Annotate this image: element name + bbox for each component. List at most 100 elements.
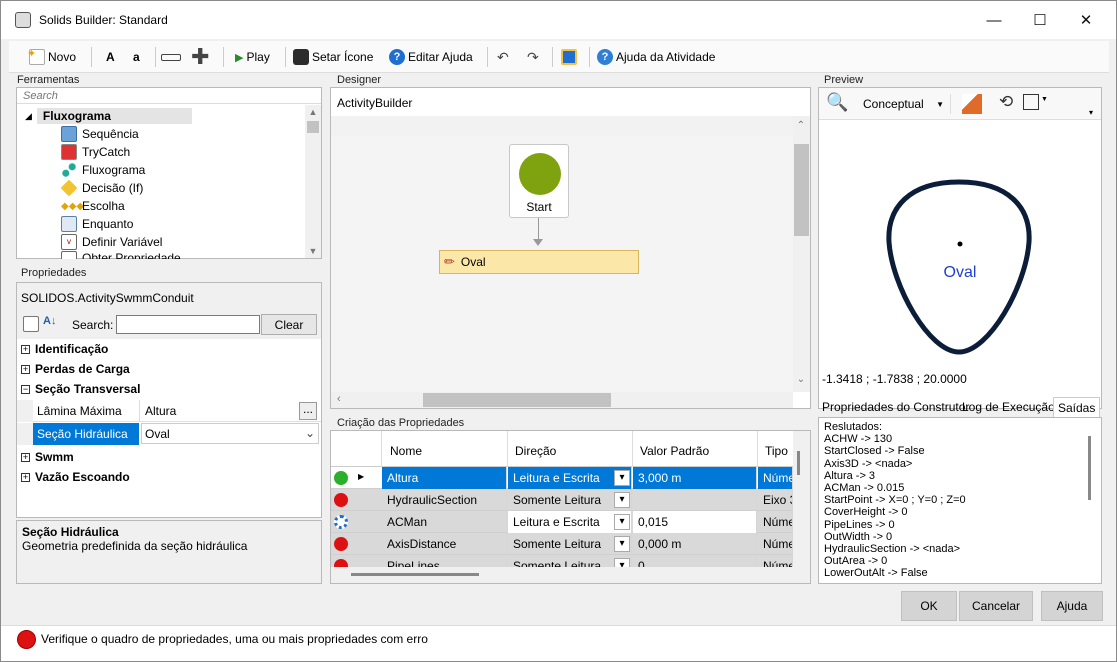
help-button[interactable]: Ajuda bbox=[1041, 591, 1103, 621]
scroll-thumb[interactable] bbox=[797, 451, 800, 475]
table-row[interactable]: AxisDistanceSomente Leitura▾0,000 mNúmer bbox=[331, 533, 793, 555]
dropdown-arrow-icon[interactable]: ▾ bbox=[614, 558, 630, 567]
play-button[interactable]: ▶ Play bbox=[235, 47, 270, 67]
tool-item-decision[interactable]: Decisão (If) bbox=[60, 179, 143, 197]
cell-default-value[interactable]: 0 bbox=[633, 555, 757, 567]
table-row[interactable]: HydraulicSectionSomente Leitura▾Eixo 3 bbox=[331, 489, 793, 511]
creation-group-title: Criação das Propriedades bbox=[337, 417, 465, 429]
cell-name[interactable]: PipeLines bbox=[382, 555, 507, 567]
tool-item-set-variable[interactable]: v Definir Variável bbox=[61, 233, 162, 251]
properties-search-input[interactable] bbox=[116, 315, 260, 334]
cell-default-value[interactable]: 0,000 m bbox=[633, 533, 757, 555]
cell-default-value[interactable] bbox=[633, 489, 757, 511]
dropdown-arrow-icon[interactable]: ▾ bbox=[614, 470, 630, 486]
tab-execution-log[interactable]: Log de Execução bbox=[958, 397, 1059, 417]
scroll-thumb[interactable] bbox=[794, 144, 809, 236]
remove-button[interactable] bbox=[161, 47, 181, 67]
categorized-icon[interactable] bbox=[23, 316, 39, 332]
table-row[interactable]: ▶AlturaLeitura e Escrita▾3,000 mNúmer bbox=[331, 467, 793, 489]
tool-item-while[interactable]: Enquanto bbox=[61, 215, 133, 233]
minimize-button[interactable]: — bbox=[971, 6, 1017, 34]
cell-type[interactable]: Númer bbox=[758, 511, 793, 533]
grid-vscrollbar[interactable] bbox=[793, 431, 810, 583]
dropdown-arrow-icon[interactable]: ▼ bbox=[1041, 96, 1048, 103]
maximize-button[interactable]: ☐ bbox=[1017, 6, 1063, 34]
category-cross-section[interactable]: − Seção Transversal bbox=[21, 379, 140, 399]
column-header-default[interactable]: Valor Padrão bbox=[640, 444, 709, 458]
property-value[interactable]: Oval bbox=[145, 427, 170, 441]
set-icon-button[interactable]: Setar Ícone bbox=[293, 47, 373, 67]
new-button[interactable]: ✦ Novo bbox=[27, 47, 76, 67]
cell-type[interactable]: Númer bbox=[758, 467, 793, 489]
small-a-button[interactable]: a bbox=[133, 47, 140, 67]
designer-vscrollbar[interactable]: ⌃ ⌄ bbox=[793, 116, 810, 392]
cell-default-value[interactable]: 3,000 m bbox=[633, 467, 757, 489]
scroll-down-icon: ⌄ bbox=[796, 374, 806, 385]
category-flow[interactable]: + Vazão Escoando bbox=[21, 467, 130, 487]
orbit-icon[interactable]: ⟲ bbox=[999, 92, 1013, 112]
activity-help-button[interactable]: ? Ajuda da Atividade bbox=[597, 47, 715, 67]
table-row[interactable]: PipeLinesSomente Leitura▾0Númer bbox=[331, 555, 793, 567]
designer-breadcrumb[interactable]: ActivityBuilder bbox=[337, 96, 412, 110]
category-identification[interactable]: + Identificação bbox=[21, 339, 108, 359]
overflow-icon[interactable]: ▾ bbox=[1089, 108, 1093, 117]
bold-a-button[interactable]: A bbox=[106, 47, 115, 67]
redo-button[interactable]: ↷ bbox=[527, 47, 539, 67]
designer-hscrollbar[interactable]: ‹ bbox=[331, 392, 793, 408]
property-row-max-depth[interactable]: Lâmina Máxima Altura ... bbox=[17, 400, 321, 422]
tree-root-flowchart[interactable]: ◢ Fluxograma bbox=[25, 107, 192, 125]
ellipsis-button[interactable]: ... bbox=[299, 402, 317, 420]
zoom-icon[interactable]: 🔍 bbox=[826, 92, 848, 113]
output-scroll-thumb[interactable] bbox=[1088, 436, 1091, 500]
dropdown-arrow-icon[interactable]: ⌄ bbox=[305, 426, 315, 440]
cell-name[interactable]: ACMan bbox=[382, 511, 507, 533]
cell-type[interactable]: Eixo 3 bbox=[758, 489, 793, 511]
help-text: Geometria predefinida da seção hidráulic… bbox=[22, 539, 248, 553]
tool-item-trycatch[interactable]: TryCatch bbox=[61, 143, 130, 161]
scroll-thumb[interactable] bbox=[423, 393, 611, 407]
tools-search-input[interactable] bbox=[17, 88, 321, 104]
undo-button[interactable]: ↶ bbox=[497, 47, 509, 67]
cell-name[interactable]: HydraulicSection bbox=[382, 489, 507, 511]
sort-alpha-icon[interactable]: A↓ bbox=[43, 315, 56, 327]
tool-item-get-property[interactable]: Obter Propriedade bbox=[61, 251, 181, 259]
cell-name[interactable]: AxisDistance bbox=[382, 533, 507, 555]
cell-default-value[interactable]: 0,015 bbox=[633, 511, 757, 533]
table-row[interactable]: ACManLeitura e Escrita▾0,015Númer bbox=[331, 511, 793, 533]
scroll-thumb[interactable] bbox=[307, 121, 319, 133]
designer-panel: ActivityBuilder Start ✏ Oval ⌃ ⌄ ‹ bbox=[330, 87, 811, 409]
cell-name[interactable]: Altura bbox=[382, 467, 507, 489]
clear-button[interactable]: Clear bbox=[261, 314, 317, 335]
start-node[interactable]: Start bbox=[509, 144, 569, 218]
dropdown-arrow-icon[interactable]: ▾ bbox=[614, 514, 630, 530]
scroll-thumb[interactable] bbox=[351, 573, 479, 576]
dropdown-arrow-icon[interactable]: ▾ bbox=[614, 492, 630, 508]
tool-item-sequence[interactable]: Sequência bbox=[61, 125, 139, 143]
window-layout-button[interactable] bbox=[561, 47, 577, 67]
close-button[interactable]: ✕ bbox=[1063, 6, 1109, 34]
cell-type[interactable]: Númer bbox=[758, 533, 793, 555]
column-header-direction[interactable]: Direção bbox=[515, 444, 556, 458]
column-header-type[interactable]: Tipo bbox=[765, 444, 788, 458]
tool-item-flowchart[interactable]: Fluxograma bbox=[61, 161, 145, 179]
cell-type[interactable]: Númer bbox=[758, 555, 793, 567]
property-row-hydraulic-section[interactable]: Seção Hidráulica Oval ⌄ bbox=[17, 423, 321, 445]
category-swmm[interactable]: + Swmm bbox=[21, 447, 74, 467]
ok-button[interactable]: OK bbox=[901, 591, 957, 621]
tab-builder-properties[interactable]: Propriedades do Construtor bbox=[818, 397, 973, 417]
view-mode-select[interactable]: Conceptual ▼ bbox=[855, 94, 951, 114]
category-head-loss[interactable]: + Perdas de Carga bbox=[21, 359, 130, 379]
dropdown-arrow-icon[interactable]: ▾ bbox=[614, 536, 630, 552]
property-value[interactable]: Altura bbox=[145, 404, 176, 418]
cancel-button[interactable]: Cancelar bbox=[959, 591, 1033, 621]
tool-item-switch[interactable]: ◆◆◆ Escolha bbox=[61, 197, 125, 215]
paint-icon[interactable] bbox=[962, 94, 982, 114]
tab-outputs[interactable]: Saídas bbox=[1053, 397, 1101, 417]
edit-help-button[interactable]: ? Editar Ajuda bbox=[389, 47, 473, 67]
column-header-name[interactable]: Nome bbox=[390, 444, 422, 458]
view-cube-icon[interactable] bbox=[1023, 94, 1039, 110]
add-button[interactable]: ✚ bbox=[191, 46, 209, 68]
oval-activity-node[interactable]: ✏ Oval bbox=[439, 250, 639, 274]
grid-hscrollbar[interactable] bbox=[331, 567, 793, 583]
tools-scrollbar[interactable]: ▲ ▼ bbox=[305, 105, 321, 258]
